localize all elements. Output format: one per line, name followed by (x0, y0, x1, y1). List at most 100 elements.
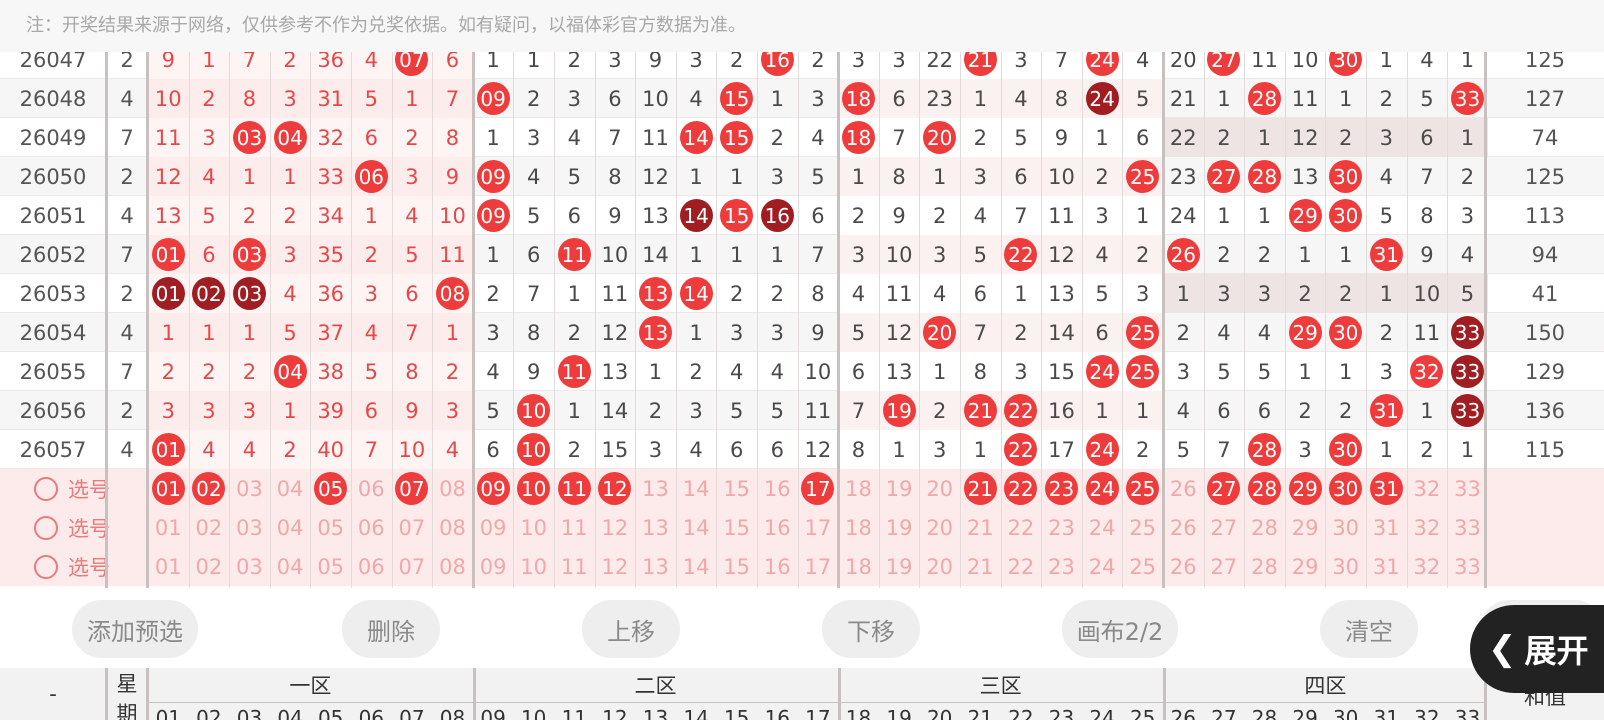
selector-number[interactable]: 16 (757, 547, 798, 586)
selector-number[interactable]: 26 (1163, 547, 1204, 586)
move-up-button[interactable]: 上移 (582, 600, 680, 658)
selector-number[interactable]: 08 (432, 547, 473, 586)
selector-number[interactable]: 23 (1041, 547, 1082, 586)
selector-number[interactable]: 05 (310, 547, 351, 586)
selector-number[interactable]: 14 (676, 508, 717, 547)
selector-number[interactable]: 12 (595, 508, 636, 547)
selector-number[interactable]: 08 (432, 469, 473, 508)
selector-number[interactable]: 08 (432, 508, 473, 547)
selector-number[interactable]: 05 (310, 469, 351, 508)
selector-number[interactable]: 01 (148, 508, 189, 547)
radio-icon[interactable] (34, 515, 58, 540)
selector-number[interactable]: 20 (919, 469, 960, 508)
clear-button[interactable]: 清空 (1320, 600, 1418, 658)
selector-number[interactable]: 27 (1204, 508, 1245, 547)
selector-number[interactable]: 11 (554, 508, 595, 547)
selector-number[interactable]: 31 (1366, 508, 1407, 547)
move-down-button[interactable]: 下移 (822, 600, 920, 658)
selector-number[interactable]: 07 (392, 508, 433, 547)
selector-number[interactable]: 01 (148, 547, 189, 586)
selected-ball[interactable]: 09 (476, 472, 510, 505)
selected-ball[interactable]: 21 (963, 472, 997, 505)
selector-number[interactable]: 02 (189, 469, 230, 508)
selected-ball[interactable]: 05 (314, 472, 348, 505)
selected-ball[interactable]: 02 (192, 472, 226, 505)
selector-number[interactable]: 28 (1244, 547, 1285, 586)
selector-number[interactable]: 30 (1325, 508, 1366, 547)
selector-number[interactable]: 24 (1082, 508, 1123, 547)
selector-number[interactable]: 10 (513, 508, 554, 547)
selector-number[interactable]: 03 (229, 547, 270, 586)
selector-number[interactable]: 29 (1285, 547, 1326, 586)
add-preselect-button[interactable]: 添加预选 (72, 600, 198, 658)
selector-number[interactable]: 03 (229, 469, 270, 508)
selector-number[interactable]: 21 (960, 469, 1001, 508)
selector-row[interactable]: 选号 01 02 03 04 05 06 07 08 09 10 11 12 13 14 15 16 17 18 19… (0, 469, 1604, 508)
selector-number[interactable]: 14 (676, 547, 717, 586)
selector-number[interactable]: 24 (1082, 547, 1123, 586)
selector-number[interactable]: 32 (1407, 508, 1448, 547)
selector-number[interactable]: 06 (351, 547, 392, 586)
expand-button[interactable]: ❮ 展开 (1470, 605, 1604, 693)
selector-number[interactable]: 22 (1001, 469, 1042, 508)
selector-number[interactable]: 15 (716, 469, 757, 508)
selector-number[interactable]: 28 (1244, 469, 1285, 508)
selector-number[interactable]: 26 (1163, 469, 1204, 508)
selector-number[interactable]: 10 (513, 547, 554, 586)
selector-number[interactable]: 27 (1204, 547, 1245, 586)
selector-number[interactable]: 13 (635, 508, 676, 547)
selected-ball[interactable]: 31 (1369, 472, 1403, 505)
selected-ball[interactable]: 29 (1288, 472, 1322, 505)
selector-number[interactable]: 24 (1082, 469, 1123, 508)
selected-ball[interactable]: 11 (557, 472, 591, 505)
selector-number[interactable]: 29 (1285, 508, 1326, 547)
selector-number[interactable]: 17 (798, 508, 839, 547)
selector-number[interactable]: 06 (351, 508, 392, 547)
selector-radio-group[interactable]: 选号 (34, 547, 144, 586)
selector-number[interactable]: 22 (1001, 508, 1042, 547)
selected-ball[interactable]: 25 (1126, 472, 1160, 505)
selector-number[interactable]: 15 (716, 547, 757, 586)
selector-number[interactable]: 31 (1366, 547, 1407, 586)
selector-number[interactable]: 33 (1447, 547, 1488, 586)
selector-number[interactable]: 32 (1407, 547, 1448, 586)
selector-number[interactable]: 25 (1122, 508, 1163, 547)
radio-icon[interactable] (34, 476, 58, 501)
selector-number[interactable]: 30 (1325, 469, 1366, 508)
selector-number[interactable]: 33 (1447, 469, 1488, 508)
selector-number[interactable]: 09 (473, 469, 514, 508)
selected-ball[interactable]: 28 (1247, 472, 1281, 505)
selector-number[interactable]: 32 (1407, 469, 1448, 508)
selected-ball[interactable]: 17 (801, 472, 835, 505)
selector-number[interactable]: 18 (838, 508, 879, 547)
selector-number[interactable]: 04 (270, 469, 311, 508)
selector-number[interactable]: 02 (189, 508, 230, 547)
selector-number[interactable]: 04 (270, 547, 311, 586)
selector-number[interactable]: 17 (798, 547, 839, 586)
selector-number[interactable]: 04 (270, 508, 311, 547)
selector-number[interactable]: 20 (919, 547, 960, 586)
selected-ball[interactable]: 30 (1329, 472, 1363, 505)
selector-number[interactable]: 22 (1001, 547, 1042, 586)
selector-radio-group[interactable]: 选号 (34, 508, 144, 547)
selector-number[interactable]: 09 (473, 508, 514, 547)
selector-number[interactable]: 07 (392, 547, 433, 586)
selector-number[interactable]: 21 (960, 547, 1001, 586)
selector-number[interactable]: 10 (513, 469, 554, 508)
selector-number[interactable]: 11 (554, 469, 595, 508)
selector-number[interactable]: 07 (392, 469, 433, 508)
selector-number[interactable]: 23 (1041, 469, 1082, 508)
selector-number[interactable]: 18 (838, 469, 879, 508)
selector-number[interactable]: 12 (595, 547, 636, 586)
selector-number[interactable]: 09 (473, 547, 514, 586)
selector-number[interactable]: 01 (148, 469, 189, 508)
selector-number[interactable]: 05 (310, 508, 351, 547)
selected-ball[interactable]: 27 (1207, 472, 1241, 505)
selector-number[interactable]: 21 (960, 508, 1001, 547)
selector-number[interactable]: 03 (229, 508, 270, 547)
selector-number[interactable]: 17 (798, 469, 839, 508)
delete-button[interactable]: 删除 (342, 600, 440, 658)
selected-ball[interactable]: 24 (1085, 472, 1119, 505)
selector-number[interactable]: 11 (554, 547, 595, 586)
selector-number[interactable]: 16 (757, 508, 798, 547)
